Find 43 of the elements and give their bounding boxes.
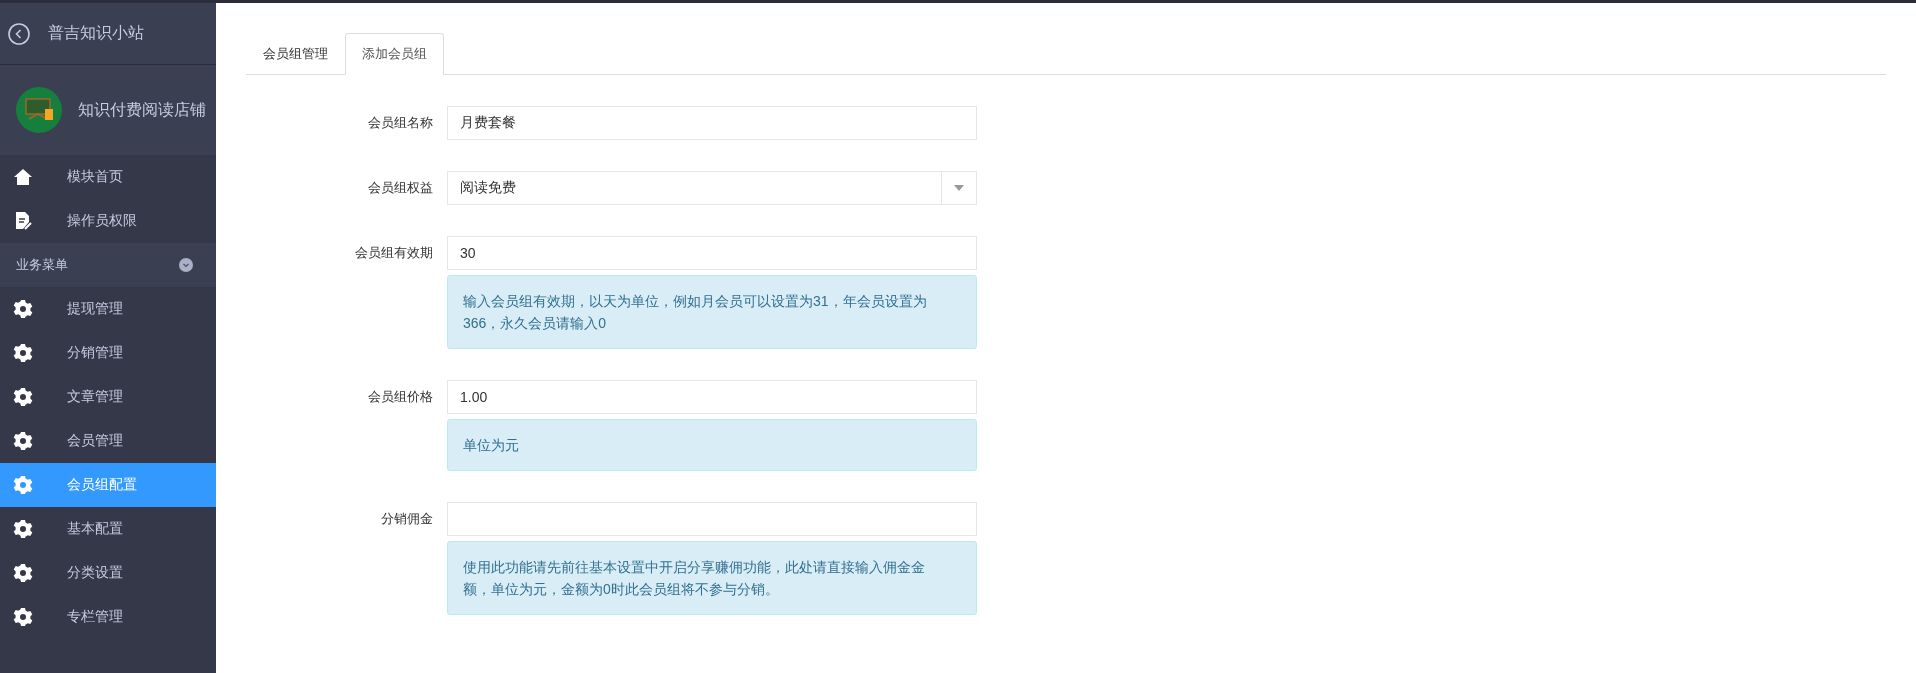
gear-icon <box>13 387 33 407</box>
menu-item[interactable]: 分销管理 <box>0 331 216 375</box>
store-name: 知识付费阅读店铺 <box>78 99 206 120</box>
menu-item[interactable]: 专栏管理 <box>0 595 216 639</box>
back-icon[interactable] <box>8 22 30 45</box>
gear-icon <box>13 431 33 451</box>
menu-item[interactable]: 基本配置 <box>0 507 216 551</box>
input-field[interactable]: 30 <box>447 236 977 270</box>
select-field[interactable]: 阅读免费 <box>447 171 977 205</box>
document-edit-icon <box>13 211 33 231</box>
menu-item[interactable]: 文章管理 <box>0 375 216 419</box>
menu-item[interactable]: 会员管理 <box>0 419 216 463</box>
caret-icon <box>954 185 964 191</box>
menu-item[interactable]: 操作员权限 <box>0 199 216 243</box>
chevron-icon[interactable] <box>179 258 193 272</box>
menu-item[interactable]: 分类设置 <box>0 551 216 595</box>
field-label: 会员组名称 <box>367 114 434 132</box>
help-note: 单位为元 <box>447 419 977 471</box>
menu-item[interactable]: 模块首页 <box>0 155 216 199</box>
help-note: 使用此功能请先前往基本设置中开启分享赚佣功能，此处请直接输入佣金金额，单位为元，金额为0时此会员组将不参与分销。 <box>447 541 977 615</box>
help-note: 输入会员组有效期，以天为单位，例如月会员可以设置为31，年会员设置为366，永久会员请输入0 <box>447 275 977 349</box>
gear-icon <box>13 563 33 583</box>
input-field[interactable]: 1.00 <box>447 380 977 414</box>
tab[interactable]: 添加会员组 <box>345 33 444 75</box>
input-field[interactable]: 月费套餐 <box>447 106 977 140</box>
field-label: 会员组权益 <box>367 179 434 197</box>
gear-icon <box>13 607 33 627</box>
site-title: 普吉知识小站 <box>48 23 144 43</box>
section-label: 业务菜单 <box>16 256 68 274</box>
gear-icon <box>13 475 33 495</box>
gear-icon <box>13 519 33 539</box>
home-icon <box>13 167 33 187</box>
chalkboard-logo-icon <box>16 87 62 133</box>
selected-value: 阅读免费 <box>460 179 516 197</box>
input-field[interactable] <box>447 502 977 536</box>
field-label: 分销佣金 <box>380 510 434 528</box>
tab[interactable]: 会员组管理 <box>246 33 345 75</box>
menu-item[interactable]: 提现管理 <box>0 287 216 331</box>
gear-icon <box>13 299 33 319</box>
menu-section[interactable]: 业务菜单 <box>0 243 216 287</box>
field-label: 会员组有效期 <box>354 244 434 262</box>
gear-icon <box>13 343 33 363</box>
field-label: 会员组价格 <box>367 388 434 406</box>
